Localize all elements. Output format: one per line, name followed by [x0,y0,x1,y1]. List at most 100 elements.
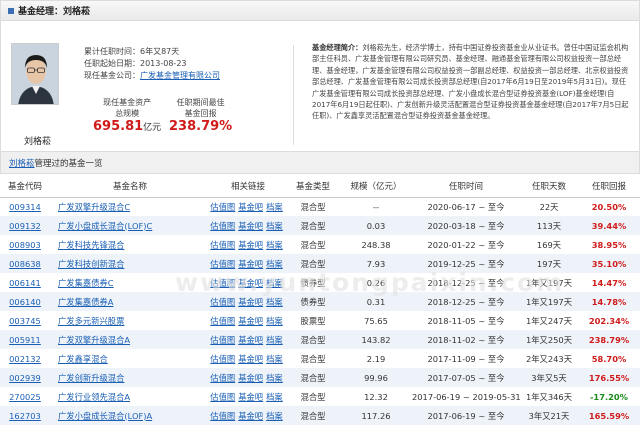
fund-link-2[interactable]: 档案 [266,411,283,421]
fund-link-1[interactable]: 基金吧 [238,221,263,231]
fund-name[interactable]: 广发小盘成长混合(LOF)A [50,406,210,425]
fund-link-1[interactable]: 基金吧 [238,411,263,421]
column-header: 任职回报 [578,176,640,198]
fund-link-1[interactable]: 基金吧 [238,202,263,212]
fund-link-1[interactable]: 基金吧 [238,354,263,364]
fund-size: 12.32 [364,391,388,402]
fund-link-0[interactable]: 估值图 [210,278,235,288]
fund-type: 混合型 [286,368,340,387]
fund-name[interactable]: 广发科技先锋混合 [50,235,210,254]
fund-link-2[interactable]: 档案 [266,297,283,307]
fund-link-2[interactable]: 档案 [266,259,283,269]
fund-row: 005911 广发双擎升级混合A 估值图 基金吧 档案 混合型 143.82 2018-11-… [0,330,640,349]
fund-code[interactable]: 002939 [0,368,50,387]
fund-link-1[interactable]: 基金吧 [238,373,263,383]
fund-return: 238.79% [578,330,640,349]
fund-link-2[interactable]: 档案 [266,221,283,231]
fund-period: 2018-11-05 ~ 至今 [427,315,505,326]
fund-code[interactable]: 008903 [0,235,50,254]
fund-name[interactable]: 广发小盘成长混合(LOF)C [50,216,210,235]
fund-days: 1年又250天 [520,330,578,349]
page-title: 基金经理：刘格菘 [18,7,91,17]
fund-link-0[interactable]: 估值图 [210,373,235,383]
fund-link-1[interactable]: 基金吧 [238,240,263,250]
fund-links: 估值图 基金吧 档案 [210,197,286,216]
fund-links: 估值图 基金吧 档案 [210,387,286,406]
fund-name[interactable]: 广发鑫享混合 [50,349,210,368]
fund-size: 0.03 [340,216,412,235]
fund-links: 估值图 基金吧 档案 [210,273,286,292]
fund-links: 估值图 基金吧 档案 [210,368,286,387]
fund-days: 2年又243天 [525,353,572,364]
fund-name[interactable]: 广发多元新兴股票 [50,311,210,330]
fund-link-0[interactable]: 估值图 [210,354,235,364]
fund-code[interactable]: 006140 [0,292,50,311]
manager-name[interactable]: 刘格菘 [24,134,51,147]
info-row-company: 现任基金公司：广发基金管理有限公司 [84,71,220,80]
column-header: 任职天数 [520,176,578,198]
fund-link-1[interactable]: 基金吧 [238,335,263,345]
fund-link-0[interactable]: 估值图 [210,392,235,402]
total-assets-value: 695.81 [93,119,144,134]
fund-link-1[interactable]: 基金吧 [238,278,263,288]
fund-link-0[interactable]: 估值图 [210,202,235,212]
fund-link-2[interactable]: 档案 [266,202,283,212]
fund-code[interactable]: 162703 [0,406,50,425]
fund-link-1[interactable]: 基金吧 [238,297,263,307]
fund-link-0[interactable]: 估值图 [210,240,235,250]
fund-link-2[interactable]: 档案 [266,240,283,250]
fund-code[interactable]: 009314 [0,197,50,216]
fund-code[interactable]: 008638 [0,254,50,273]
fund-size: 248.38 [361,239,391,250]
fund-period: 2017-11-09 ~ 至今 [427,353,505,364]
fund-links: 估值图 基金吧 档案 [210,254,286,273]
fund-return: 202.34% [588,315,630,326]
fund-link-0[interactable]: 估值图 [210,411,235,421]
page-header: 基金经理：刘格菘 [0,0,640,21]
fund-link-0[interactable]: 估值图 [210,297,235,307]
fund-link-0[interactable]: 估值图 [210,221,235,231]
fund-return: 14.78% [578,292,640,311]
fund-link-0[interactable]: 估值图 [210,335,235,345]
fund-link-2[interactable]: 档案 [266,278,283,288]
fund-return: 14.47% [591,277,627,288]
fund-links: 估值图 基金吧 档案 [210,235,286,254]
fund-code[interactable]: 005911 [0,330,50,349]
fund-link-1[interactable]: 基金吧 [238,316,263,326]
fund-size: -- [373,201,379,212]
fund-link-2[interactable]: 档案 [266,354,283,364]
fund-link-1[interactable]: 基金吧 [238,392,263,402]
fund-name[interactable]: 广发行业领先混合A [50,387,210,406]
company-link[interactable]: 广发基金管理有限公司 [140,71,220,80]
fund-code[interactable]: 002132 [0,349,50,368]
fund-period: 2018-12-25 ~ 至今 [427,277,505,288]
fund-code[interactable]: 009132 [0,216,50,235]
fund-link-2[interactable]: 档案 [266,392,283,402]
fund-links: 估值图 基金吧 档案 [210,349,286,368]
manager-bio: 基金经理简介：刘格菘先生，经济学博士，持有中国证券投资基金业从业证书。曾任中国证… [312,43,629,121]
fund-name[interactable]: 广发集嘉债券A [50,292,210,311]
fund-code[interactable]: 270025 [0,387,50,406]
fund-name[interactable]: 广发双擎升级混合A [50,330,210,349]
fund-name[interactable]: 广发科技创新混合 [50,254,210,273]
fund-row: 162703 广发小盘成长混合(LOF)A 估值图 基金吧 档案 混合型 117.26 201… [0,406,640,425]
fund-link-2[interactable]: 档案 [266,373,283,383]
fund-size: 117.26 [340,406,412,425]
fund-link-0[interactable]: 估值图 [210,259,235,269]
fund-type: 混合型 [286,254,340,273]
fund-period: 2017-07-05 ~ 至今 [412,368,520,387]
fund-size: 7.93 [340,254,412,273]
fund-code[interactable]: 006141 [0,273,50,292]
fund-name[interactable]: 广发双擎升级混合C [50,197,210,216]
fund-code[interactable]: 003745 [0,311,50,330]
manager-name-link[interactable]: 刘格菘 [9,157,35,169]
fund-link-2[interactable]: 档案 [266,316,283,326]
fund-name[interactable]: 广发集嘉债券C [50,273,210,292]
fund-period: 2018-12-25 ~ 至今 [412,292,520,311]
fund-link-2[interactable]: 档案 [266,335,283,345]
fund-period: 2020-03-18 ~ 至今 [412,216,520,235]
fund-link-0[interactable]: 估值图 [210,316,235,326]
fund-name[interactable]: 广发创新升级混合 [50,368,210,387]
fund-row: 006141 广发集嘉债券C 估值图 基金吧 档案 债券型 0.26 2018-12-25 ~… [0,273,640,292]
fund-link-1[interactable]: 基金吧 [238,259,263,269]
